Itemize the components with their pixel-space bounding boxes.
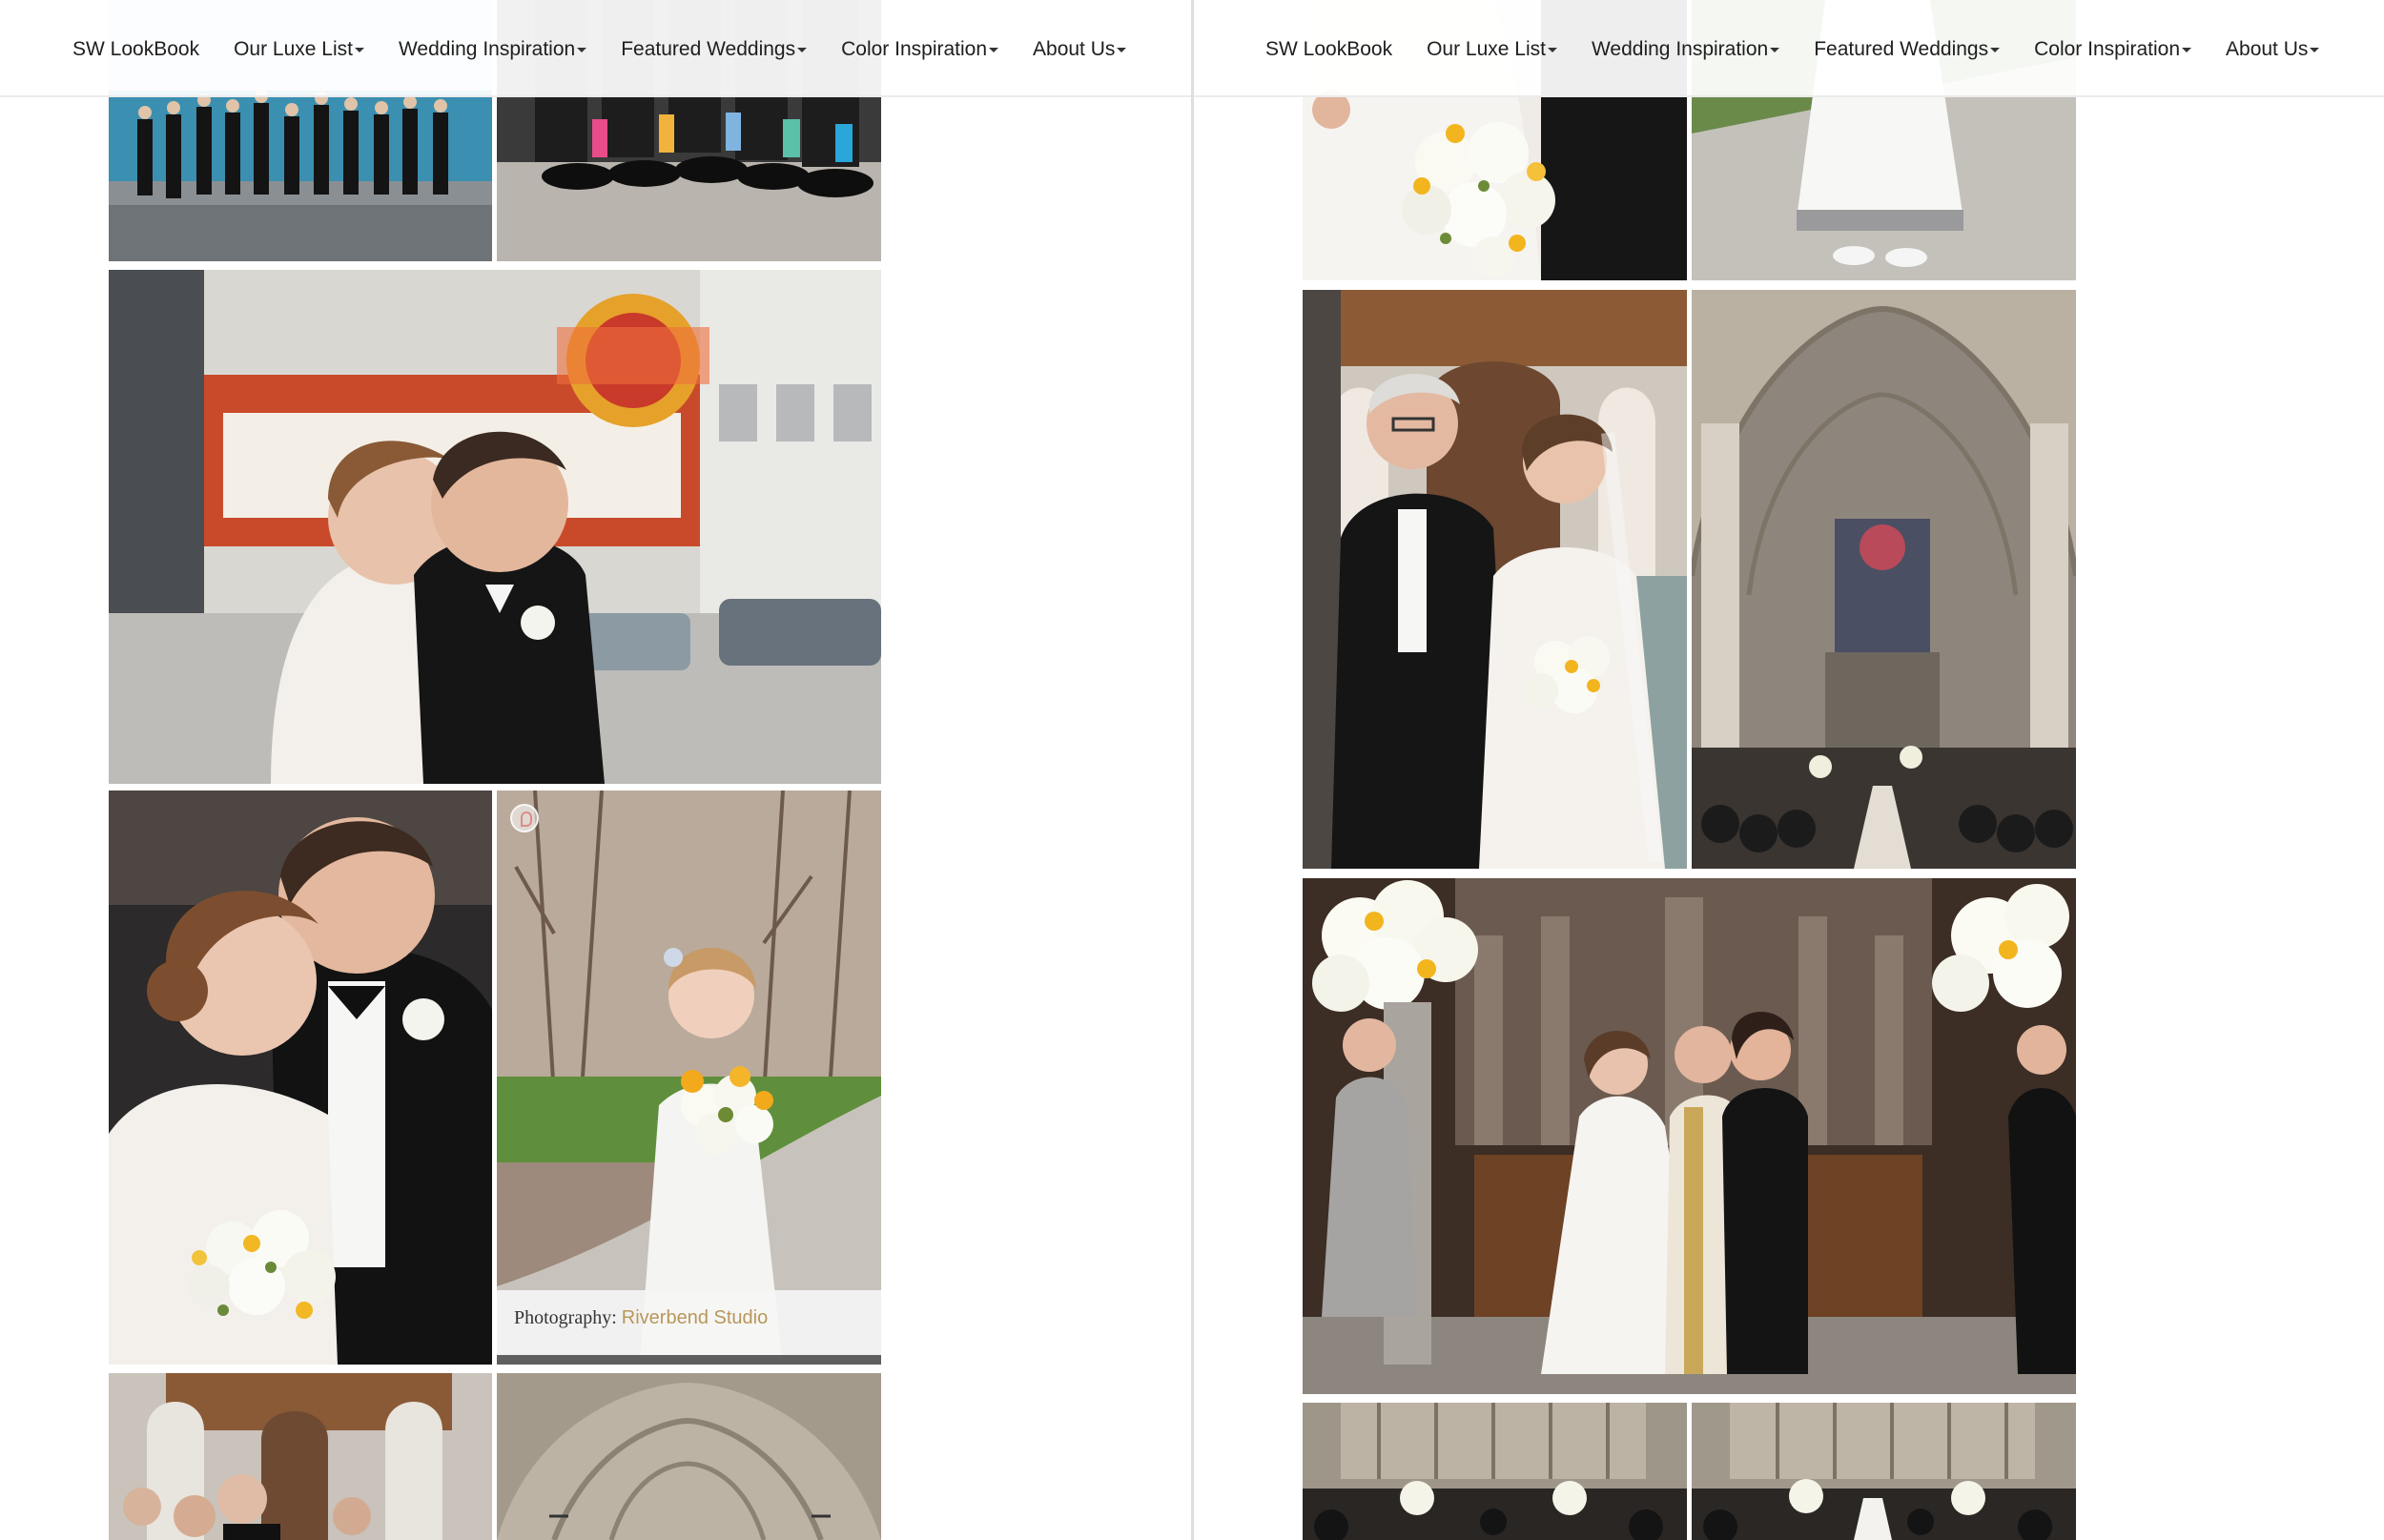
photo-father-walking-bride[interactable]	[1303, 290, 1687, 869]
chevron-down-icon	[2310, 47, 2320, 52]
nav-item-color-inspiration[interactable]: Color Inspiration	[841, 38, 999, 61]
nav-item-label: Featured Weddings	[1814, 38, 1989, 60]
photo-couple-portrait-bouquet[interactable]	[109, 791, 492, 1365]
father-escorting-bride-image	[109, 1373, 492, 1540]
chicago-theatre-couple-image	[109, 270, 881, 784]
nav-menu: SW LookBook Our Luxe List Wedding Inspir…	[72, 38, 1161, 61]
couple-portrait-bouquet-image	[109, 791, 492, 1365]
nav-item-label: Our Luxe List	[234, 38, 353, 60]
nav-item-label: Wedding Inspiration	[1591, 38, 1769, 60]
pinterest-pin-icon[interactable]	[510, 804, 539, 832]
nav-item-label: SW LookBook	[72, 38, 200, 60]
photo-cathedral-nave[interactable]	[1692, 290, 2076, 869]
credit-prefix: Photography:	[514, 1307, 617, 1328]
chevron-down-icon	[1117, 47, 1127, 52]
chevron-down-icon	[577, 47, 587, 52]
photo-father-escorting-bride[interactable]	[109, 1373, 492, 1540]
cathedral-nave-image	[1692, 290, 2076, 869]
nav-menu: SW LookBook Our Luxe List Wedding Inspir…	[1265, 38, 2353, 61]
nav-item-sw-lookbook[interactable]: SW LookBook	[72, 38, 199, 61]
chevron-down-icon	[354, 47, 364, 52]
nav-item-label: Our Luxe List	[1427, 38, 1546, 60]
nav-item-wedding-inspiration[interactable]: Wedding Inspiration	[398, 38, 587, 61]
chapel-guests-right-image	[1692, 1403, 2076, 1540]
chapel-interior-image	[497, 1373, 881, 1540]
nav-item-our-luxe-list[interactable]: Our Luxe List	[234, 38, 364, 61]
chapel-guests-left-image	[1303, 1403, 1687, 1540]
photo-chapel-guests-left[interactable]	[1303, 1403, 1687, 1540]
nav-item-about-us[interactable]: About Us	[2226, 38, 2320, 61]
nav-item-our-luxe-list[interactable]: Our Luxe List	[1427, 38, 1557, 61]
nav-item-label: Color Inspiration	[2034, 38, 2181, 60]
nav-item-about-us[interactable]: About Us	[1033, 38, 1127, 61]
photo-couple-chicago-theatre[interactable]	[109, 270, 881, 784]
photo-altar-vows[interactable]	[1303, 878, 2076, 1394]
nav-item-featured-weddings[interactable]: Featured Weddings	[1814, 38, 2001, 61]
nav-item-color-inspiration[interactable]: Color Inspiration	[2034, 38, 2192, 61]
flower-girl-image	[497, 791, 881, 1365]
chevron-down-icon	[2182, 47, 2192, 52]
nav-item-label: Featured Weddings	[621, 38, 796, 60]
photo-chapel-guests-right[interactable]	[1692, 1403, 2076, 1540]
chevron-down-icon	[1547, 47, 1557, 52]
altar-vows-image	[1303, 878, 2076, 1394]
nav-item-label: SW LookBook	[1265, 38, 1393, 60]
caption-bottom-strip	[497, 1355, 881, 1365]
nav-item-label: About Us	[2226, 38, 2309, 60]
chevron-down-icon	[797, 47, 808, 52]
nav-item-label: About Us	[1033, 38, 1116, 60]
top-navigation: SW LookBook Our Luxe List Wedding Inspir…	[0, 0, 1191, 97]
chevron-down-icon	[1990, 47, 2001, 52]
nav-item-sw-lookbook[interactable]: SW LookBook	[1265, 38, 1392, 61]
screenshot-stage: SW LookBook Our Luxe List Wedding Inspir…	[0, 0, 2384, 1540]
nav-item-wedding-inspiration[interactable]: Wedding Inspiration	[1591, 38, 1780, 61]
photo-flower-girl[interactable]: Photography: Riverbend Studio	[497, 791, 881, 1365]
credit-studio-link[interactable]: Riverbend Studio	[622, 1307, 768, 1328]
nav-item-label: Color Inspiration	[841, 38, 988, 60]
nav-item-featured-weddings[interactable]: Featured Weddings	[621, 38, 808, 61]
top-navigation: SW LookBook Our Luxe List Wedding Inspir…	[1194, 0, 2384, 97]
photo-chapel-interior[interactable]	[497, 1373, 881, 1540]
chevron-down-icon	[1770, 47, 1780, 52]
left-browser-pane[interactable]: SW LookBook Our Luxe List Wedding Inspir…	[0, 0, 1191, 1540]
father-walking-bride-image	[1303, 290, 1687, 869]
photo-credit-caption: Photography: Riverbend Studio	[497, 1290, 881, 1355]
chevron-down-icon	[989, 47, 999, 52]
right-browser-pane[interactable]: SW LookBook Our Luxe List Wedding Inspir…	[1194, 0, 2384, 1540]
nav-item-label: Wedding Inspiration	[398, 38, 576, 60]
